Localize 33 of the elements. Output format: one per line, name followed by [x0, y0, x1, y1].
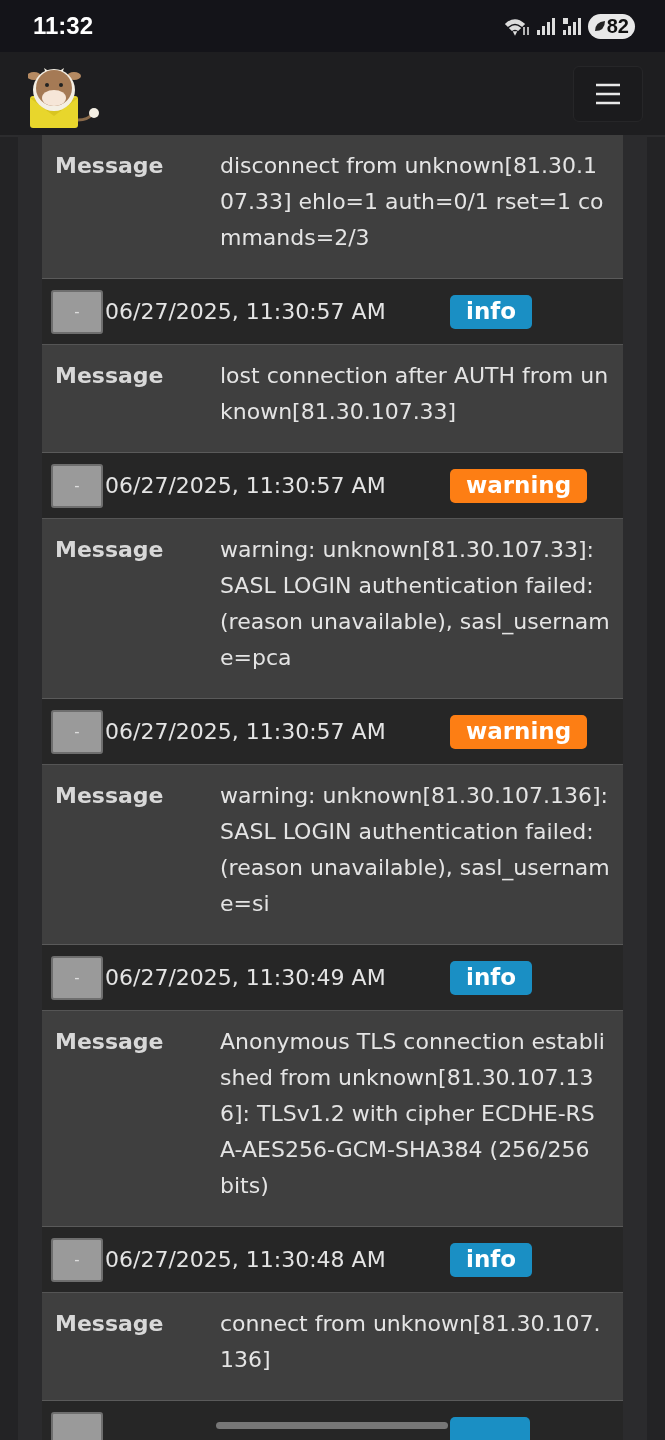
collapse-button[interactable]: - — [51, 463, 103, 508]
battery-indicator: 82 — [587, 13, 635, 39]
level-badge: info — [450, 960, 533, 995]
level-badge: warning — [450, 468, 588, 503]
log-time: 06/27/2025, 11:30:57 AM — [105, 473, 386, 498]
log-message: warning: unknown[81.30.107.33]: SASL LOGIN authentication failed: (reason unavailable), sasl_username=pca — [220, 536, 610, 672]
menu-button[interactable] — [573, 65, 643, 122]
status-time: 11:32 — [33, 12, 94, 40]
field-label: Message — [55, 362, 165, 390]
collapse-button[interactable]: - — [51, 1237, 103, 1282]
log-time: 06/27/2025, 11:30:48 AM — [105, 1247, 386, 1272]
collapse-button[interactable]: - — [51, 289, 103, 334]
field-label: Message — [55, 1310, 165, 1338]
log-message: lost connection after AUTH from unknown[81.30.107.33] — [220, 362, 610, 426]
log-time: 06/27/2025, 11:30:49 AM — [105, 965, 386, 990]
log-message: connect from unknown[81.30.107.136] — [220, 1310, 602, 1374]
collapse-button[interactable]: - — [51, 709, 103, 754]
menu-icon — [595, 82, 621, 105]
level-badge: info — [450, 294, 533, 329]
field-label: Message — [55, 536, 165, 564]
signal-icon — [561, 16, 582, 36]
field-label: Message — [55, 1028, 165, 1056]
level-badge: warning — [450, 714, 588, 749]
log-message: Anonymous TLS connection established from unknown[81.30.107.136]: TLSv1.2 with cipher ECDHE-RSA-AES256-GCM-SHA384 (256/256 bits) — [220, 1028, 606, 1200]
field-label: Message — [55, 782, 165, 810]
log-time: 06/27/2025, 11:30:57 AM — [105, 719, 386, 744]
signal-icon — [535, 16, 556, 36]
log-message: warning: unknown[81.30.107.136]: SASL LOGIN authentication failed: (reason unavailable), sasl_username=si — [220, 782, 610, 918]
level-badge: info — [450, 1242, 533, 1277]
collapse-button[interactable]: - — [51, 955, 103, 1000]
log-time: 06/27/2025, 11:30:57 AM — [105, 299, 386, 324]
log-message: disconnect from unknown[81.30.107.33] ehlo=1 auth=0/1 rset=1 commands=2/3 — [220, 152, 605, 252]
field-label: Message — [55, 152, 165, 180]
